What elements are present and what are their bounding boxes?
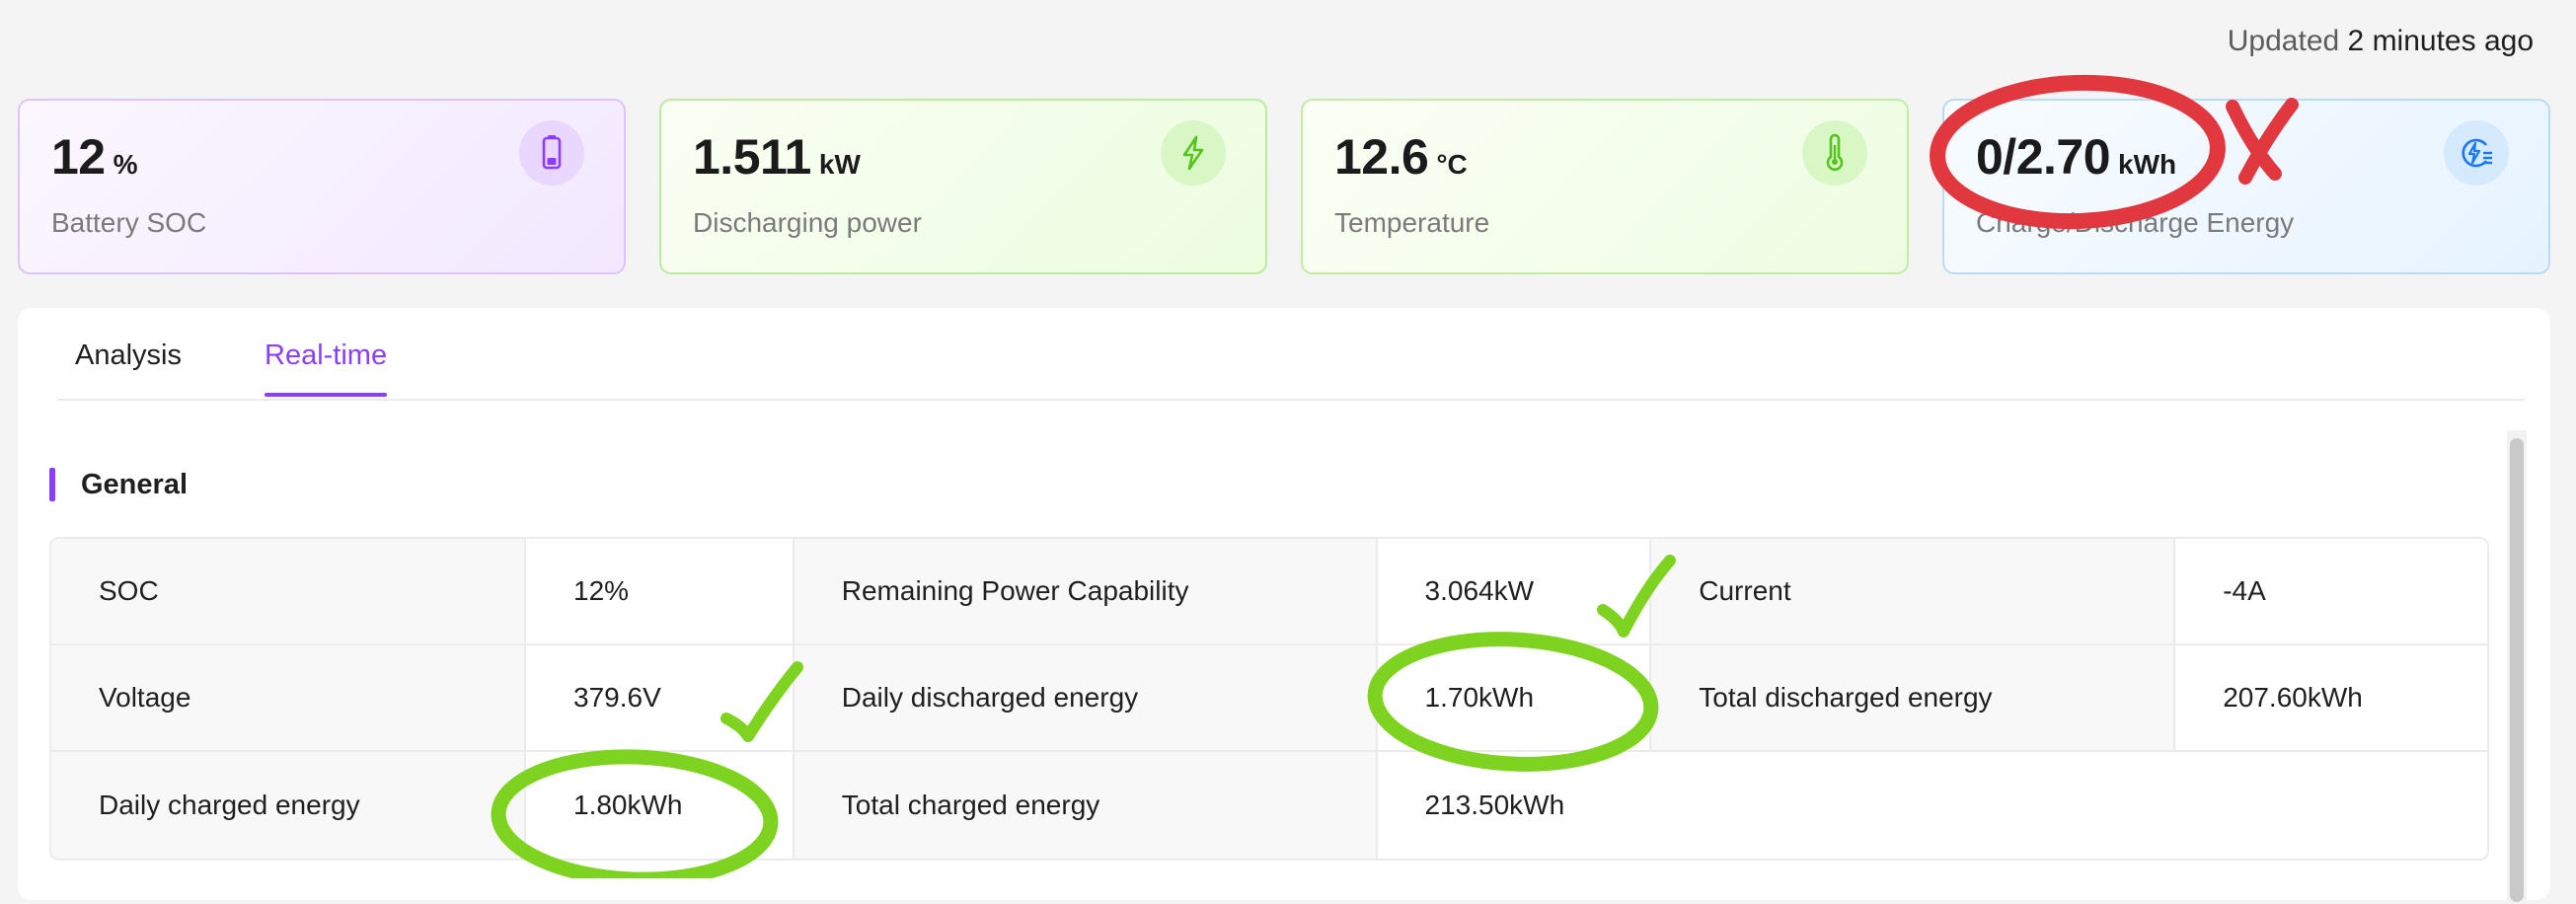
table-row: Daily charged energy 1.80kWh Total charg… — [51, 752, 2487, 859]
card-unit: kWh — [2118, 149, 2177, 180]
table-key: Total discharged energy — [1651, 645, 2176, 752]
card-label: Battery SOC — [51, 207, 207, 238]
card-value: 0/2.70 kWh — [1976, 128, 2176, 186]
discharging-power-card: 1.511 kW Discharging power — [659, 99, 1267, 274]
section-accent-bar — [49, 468, 55, 501]
table-key: Current — [1651, 539, 2176, 645]
table-row: SOC 12% Remaining Power Capability 3.064… — [51, 539, 2487, 645]
card-number: 0/2.70 — [1976, 129, 2111, 185]
battery-icon — [519, 120, 584, 186]
table-key: Voltage — [51, 645, 526, 752]
lightning-icon — [1161, 120, 1226, 186]
card-number: 12 — [51, 129, 106, 185]
tab-analysis[interactable]: Analysis — [75, 339, 182, 372]
table-value: 207.60kWh — [2175, 645, 2487, 752]
energy-icon — [2444, 120, 2509, 186]
table-key: Remaining Power Capability — [794, 539, 1378, 645]
table-row: Voltage 379.6V Daily discharged energy 1… — [51, 645, 2487, 752]
tab-real-time[interactable]: Real-time — [265, 339, 387, 372]
detail-panel: Analysis Real-time General SOC 12% Remai… — [18, 308, 2550, 904]
charge-discharge-energy-card: 0/2.70 kWh Charge/Discharge Energy — [1942, 99, 2550, 274]
updated-status: Updated 2 minutes ago — [2228, 25, 2534, 58]
card-number: 12.6 — [1334, 129, 1429, 185]
active-tab-indicator — [265, 393, 387, 397]
table-key: Daily charged energy — [51, 752, 526, 859]
table-key: Total charged energy — [794, 752, 1378, 859]
card-value: 12 % — [51, 128, 138, 186]
table-value: 3.064kW — [1377, 539, 1652, 645]
general-info-table: SOC 12% Remaining Power Capability 3.064… — [49, 537, 2489, 861]
table-value: -4A — [2175, 539, 2487, 645]
table-value: 379.6V — [526, 645, 795, 752]
updated-prefix: Updated — [2227, 25, 2340, 57]
tab-bar: Analysis Real-time — [57, 308, 2525, 401]
table-value: 12% — [526, 539, 795, 645]
card-value: 1.511 kW — [693, 128, 861, 186]
table-key: SOC — [51, 539, 526, 645]
table-value: 1.80kWh — [526, 752, 795, 859]
card-value: 12.6 °C — [1334, 128, 1468, 186]
card-label: Discharging power — [693, 207, 922, 238]
card-unit: kW — [818, 149, 861, 180]
thermometer-icon — [1802, 120, 1867, 186]
section-title: General — [81, 468, 188, 500]
card-label: Charge/Discharge Energy — [1976, 207, 2295, 238]
battery-soc-card: 12 % Battery SOC — [18, 99, 626, 274]
scrollbar[interactable] — [2507, 430, 2527, 904]
scrollbar-thumb[interactable] — [2510, 438, 2524, 902]
card-unit: °C — [1436, 149, 1468, 180]
section-header: General — [49, 468, 188, 501]
card-label: Temperature — [1334, 207, 1490, 238]
card-unit: % — [113, 149, 138, 180]
temperature-card: 12.6 °C Temperature — [1301, 99, 1909, 274]
card-number: 1.511 — [693, 129, 811, 185]
table-key: Daily discharged energy — [794, 645, 1378, 752]
table-value: 213.50kWh — [1377, 752, 2487, 859]
updated-ago: 2 minutes ago — [2347, 25, 2534, 57]
table-value: 1.70kWh — [1377, 645, 1652, 752]
